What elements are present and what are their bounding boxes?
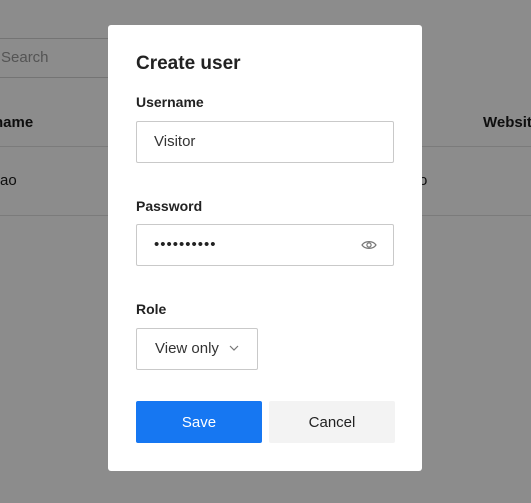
password-label: Password [136,198,203,214]
dialog-title: Create user [136,53,241,74]
role-select[interactable]: View only [136,328,258,370]
chevron-down-icon [229,345,239,351]
create-user-dialog: Create user Username Visitor Password ••… [108,25,422,471]
username-label: Username [136,94,204,110]
page: Search name Websit ao o Create user User… [0,0,531,503]
password-field[interactable]: •••••••••• [136,224,394,266]
password-value: •••••••••• [154,236,217,253]
role-value: View only [155,340,219,357]
role-label: Role [136,301,167,317]
eye-icon[interactable] [361,238,377,252]
cancel-button[interactable]: Cancel [269,401,395,443]
username-field[interactable]: Visitor [136,121,394,163]
save-button[interactable]: Save [136,401,262,443]
